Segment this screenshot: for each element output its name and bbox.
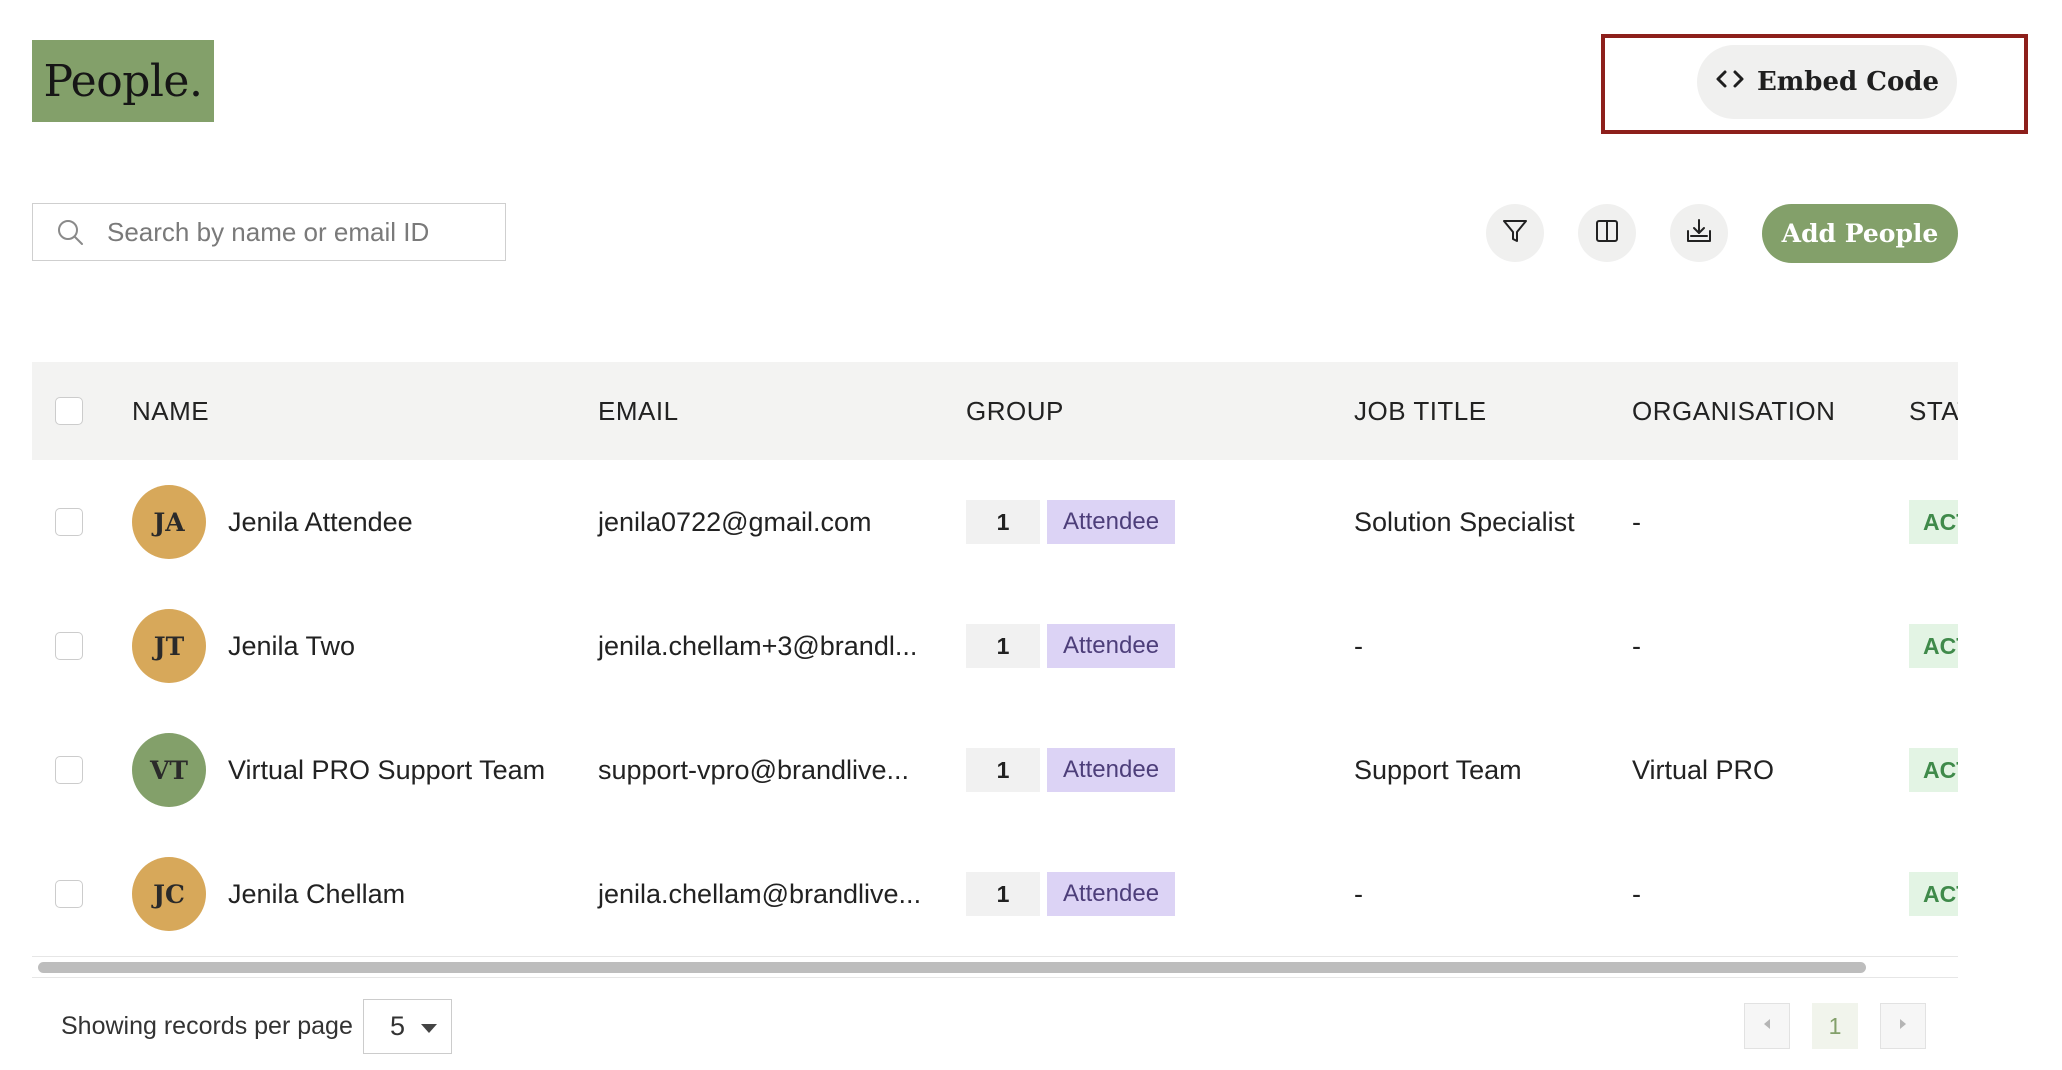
- per-page-label: Showing records per page: [61, 1012, 353, 1040]
- group-tag: Attendee: [1047, 872, 1175, 916]
- column-header-status[interactable]: STATUS: [1909, 362, 1958, 460]
- select-all-checkbox[interactable]: [55, 397, 83, 425]
- filter-icon: [1501, 217, 1529, 250]
- person-name: Jenila Two: [228, 631, 356, 661]
- column-header-job-title[interactable]: JOB TITLE: [1354, 362, 1487, 460]
- per-page-value: 5: [390, 1011, 406, 1041]
- column-header-name[interactable]: NAME: [132, 362, 209, 460]
- organisation: -: [1632, 631, 1641, 661]
- table-row[interactable]: JT Jenila Two jenila.chellam+3@brandl...…: [32, 584, 1958, 708]
- group-count: 1: [966, 500, 1040, 544]
- filter-button[interactable]: [1486, 204, 1544, 262]
- code-brackets-icon: [1715, 64, 1745, 101]
- avatar: JA: [132, 485, 206, 559]
- download-button[interactable]: [1670, 204, 1728, 262]
- person-name: Virtual PRO Support Team: [228, 755, 546, 785]
- columns-icon: [1593, 217, 1621, 250]
- row-checkbox[interactable]: [55, 756, 83, 784]
- person-email: jenila.chellam@brandlive...: [598, 879, 922, 909]
- person-email: support-vpro@brandlive...: [598, 755, 910, 785]
- search-box[interactable]: [32, 203, 506, 261]
- status-badge: ACTIVE: [1909, 500, 1958, 544]
- group-tag: Attendee: [1047, 500, 1175, 544]
- table-row[interactable]: JC Jenila Chellam jenila.chellam@brandli…: [32, 832, 1958, 956]
- columns-button[interactable]: [1578, 204, 1636, 262]
- embed-code-label: Embed Code: [1756, 67, 1940, 97]
- job-title: -: [1354, 879, 1363, 909]
- previous-page-button[interactable]: [1744, 1003, 1790, 1049]
- group-tag: Attendee: [1047, 748, 1175, 792]
- page-title: People.: [32, 40, 214, 122]
- organisation: -: [1632, 507, 1641, 537]
- status-badge: ACTIVE: [1909, 872, 1958, 916]
- next-page-button[interactable]: [1880, 1003, 1926, 1049]
- column-header-group[interactable]: GROUP: [966, 362, 1064, 460]
- group-count: 1: [966, 624, 1040, 668]
- group-count: 1: [966, 872, 1040, 916]
- person-email: jenila0722@gmail.com: [598, 507, 872, 537]
- embed-code-button[interactable]: Embed Code: [1697, 45, 1957, 119]
- per-page-select[interactable]: 5: [363, 999, 452, 1054]
- column-header-organisation[interactable]: ORGANISATION: [1632, 362, 1835, 460]
- person-email: jenila.chellam+3@brandl...: [598, 631, 918, 661]
- organisation: Virtual PRO: [1632, 755, 1775, 785]
- status-badge: ACTIVE: [1909, 624, 1958, 668]
- caret-down-icon: [421, 1024, 437, 1033]
- avatar: JT: [132, 609, 206, 683]
- search-input[interactable]: [105, 215, 469, 249]
- people-table: NAME EMAIL GROUP JOB TITLE ORGANISATION …: [32, 362, 1958, 982]
- column-header-email[interactable]: EMAIL: [598, 362, 679, 460]
- table-header: NAME EMAIL GROUP JOB TITLE ORGANISATION …: [32, 362, 1958, 460]
- row-checkbox[interactable]: [55, 632, 83, 660]
- avatar: JC: [132, 857, 206, 931]
- group-count: 1: [966, 748, 1040, 792]
- row-checkbox[interactable]: [55, 508, 83, 536]
- person-name: Jenila Attendee: [228, 507, 413, 537]
- job-title: Support Team: [1354, 755, 1522, 785]
- add-people-button[interactable]: Add People: [1762, 204, 1958, 263]
- table-row[interactable]: JA Jenila Attendee jenila0722@gmail.com …: [32, 460, 1958, 584]
- status-badge: ACTIVE: [1909, 748, 1958, 792]
- current-page[interactable]: 1: [1812, 1003, 1858, 1049]
- organisation: -: [1632, 879, 1641, 909]
- avatar: VT: [132, 733, 206, 807]
- search-icon: [55, 217, 85, 247]
- job-title: -: [1354, 631, 1363, 661]
- job-title: Solution Specialist: [1354, 507, 1575, 537]
- chevron-left-icon: [1760, 1017, 1774, 1036]
- table-row[interactable]: VT Virtual PRO Support Team support-vpro…: [32, 708, 1958, 832]
- download-icon: [1685, 217, 1713, 250]
- row-checkbox[interactable]: [55, 880, 83, 908]
- person-name: Jenila Chellam: [228, 879, 406, 909]
- chevron-right-icon: [1896, 1017, 1910, 1036]
- group-tag: Attendee: [1047, 624, 1175, 668]
- horizontal-scrollbar-thumb[interactable]: [38, 962, 1866, 973]
